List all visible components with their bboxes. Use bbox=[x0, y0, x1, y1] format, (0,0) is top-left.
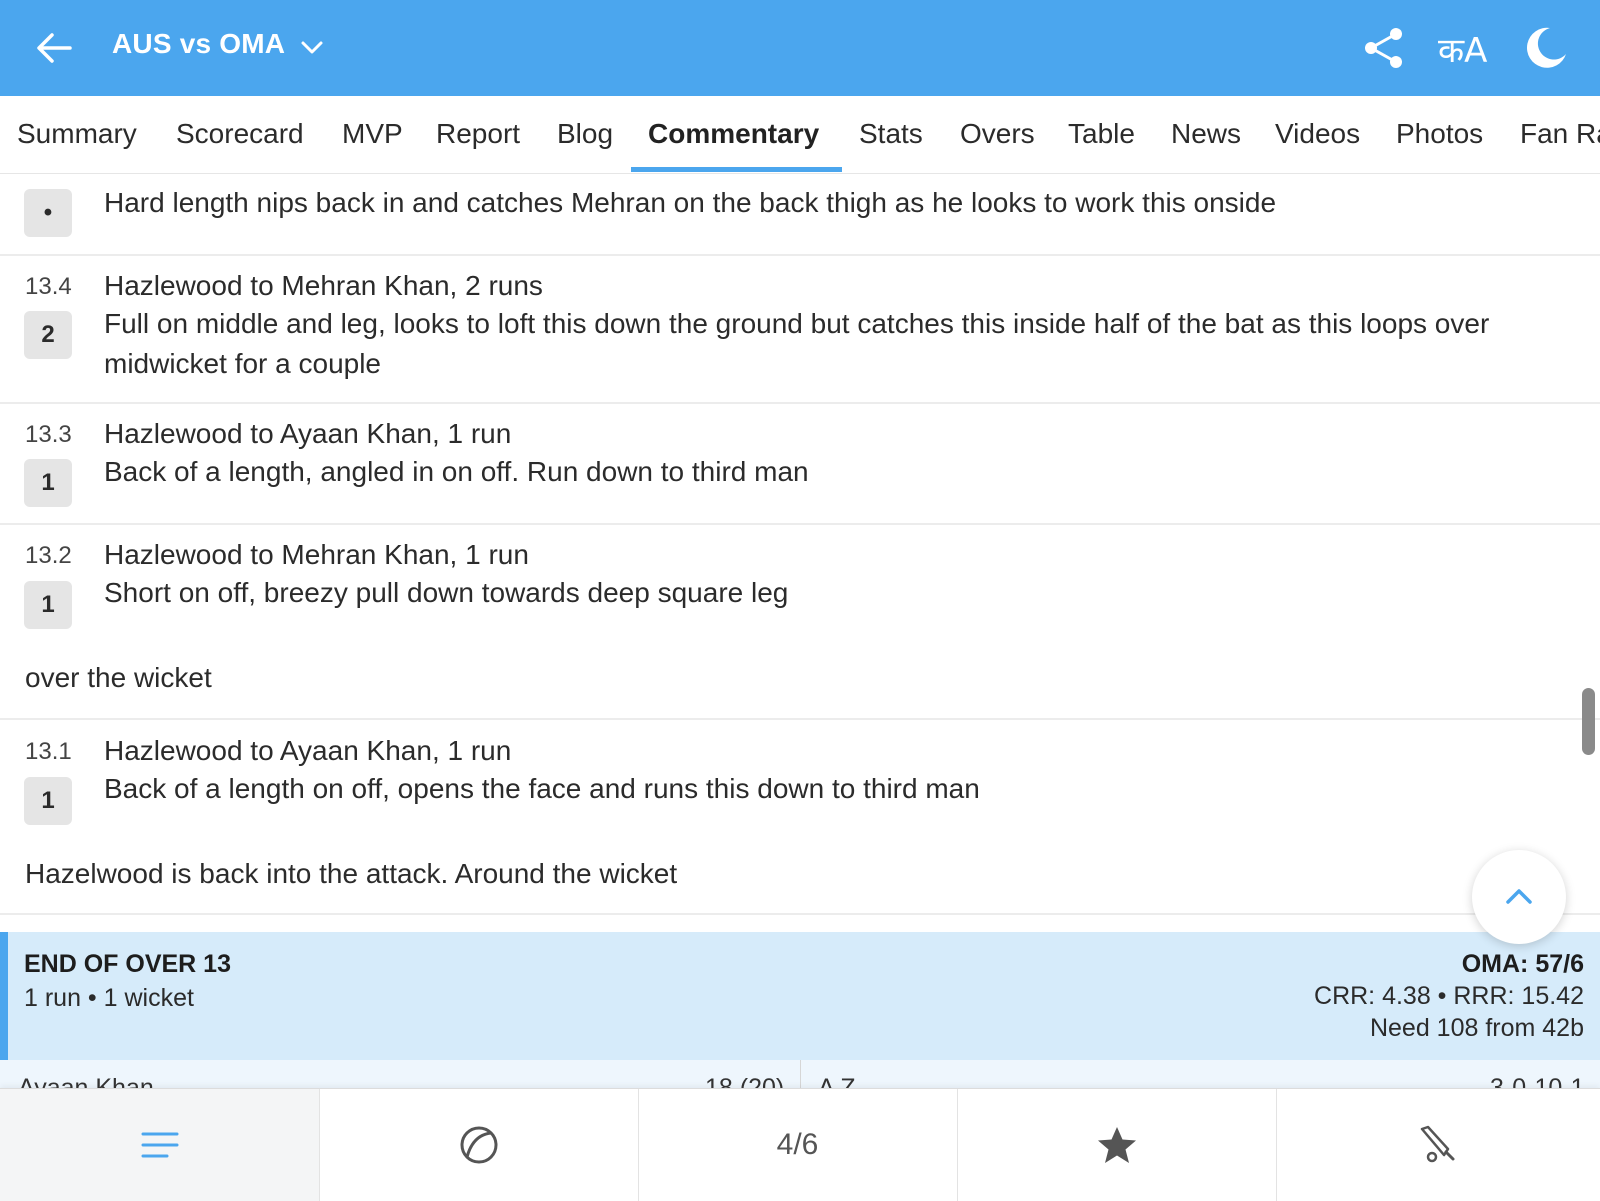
favorite-button[interactable] bbox=[957, 1089, 1277, 1201]
ball-description: Full on middle and leg, looks to loft th… bbox=[104, 308, 1490, 379]
divider bbox=[0, 523, 1600, 525]
tab-report[interactable]: Report bbox=[436, 118, 520, 150]
tab-videos[interactable]: Videos bbox=[1275, 118, 1360, 150]
tab-overs[interactable]: Overs bbox=[960, 118, 1035, 150]
tab-commentary[interactable]: Commentary bbox=[648, 118, 819, 150]
ball-badge: • bbox=[24, 189, 72, 237]
ball-icon bbox=[460, 1126, 497, 1164]
required-runs: Need 108 from 42b bbox=[1369, 1014, 1584, 1042]
commentary-note: Hazelwood is back into the attack. Aroun… bbox=[25, 858, 678, 889]
tab-blog[interactable]: Blog bbox=[557, 118, 613, 150]
ball-description: Short on off, breezy pull down towards d… bbox=[104, 577, 789, 608]
batting-button[interactable] bbox=[1276, 1089, 1600, 1201]
ball-badge: 1 bbox=[24, 777, 72, 825]
tab-mvp[interactable]: MVP bbox=[342, 118, 403, 150]
tab-stats[interactable]: Stats bbox=[859, 118, 923, 150]
scroll-to-top-button[interactable] bbox=[1472, 850, 1566, 944]
page-indicator: 4/6 bbox=[776, 1128, 819, 1161]
divider bbox=[0, 402, 1600, 404]
tab-scorecard[interactable]: Scorecard bbox=[176, 118, 304, 150]
batter-score: 18 (20) bbox=[705, 1074, 785, 1088]
back-arrow-icon[interactable] bbox=[34, 28, 74, 68]
ball-headline: Hazlewood to Ayaan Khan, 1 run bbox=[104, 418, 512, 449]
commentary-feed[interactable]: • Hard length nips back in and catches M… bbox=[0, 173, 1600, 933]
bowler-name: A Z bbox=[818, 1074, 856, 1088]
batting-bowling-peek-row: Ayaan Khan 18 (20) A Z 3-0-10-1 bbox=[0, 1060, 1600, 1088]
ball-badge: 2 bbox=[24, 311, 72, 359]
ball-headline: Hazlewood to Mehran Khan, 2 runs bbox=[104, 270, 543, 301]
divider bbox=[0, 913, 1600, 915]
ball-description: Back of a length on off, opens the face … bbox=[104, 773, 980, 804]
over-number: 13.3 bbox=[25, 421, 72, 448]
menu-icon bbox=[141, 1132, 178, 1158]
ball-by-ball-button[interactable] bbox=[319, 1089, 639, 1201]
ball-headline: Hazlewood to Mehran Khan, 1 run bbox=[104, 539, 529, 570]
app-bar: AUS vs OMA कA bbox=[0, 0, 1600, 96]
tab-photos[interactable]: Photos bbox=[1396, 118, 1483, 150]
star-icon bbox=[1097, 1127, 1136, 1163]
divider bbox=[0, 718, 1600, 720]
team-score: OMA: 57/6 bbox=[1461, 950, 1584, 978]
end-of-over-panel: END OF OVER 13 1 run • 1 wicket OMA: 57/… bbox=[0, 932, 1600, 1060]
page-indicator-button[interactable]: 4/6 bbox=[638, 1089, 958, 1201]
over-number: 13.2 bbox=[25, 542, 72, 569]
share-icon[interactable] bbox=[1362, 26, 1406, 70]
ball-headline: Hazlewood to Ayaan Khan, 1 run bbox=[104, 735, 512, 766]
batter-name: Ayaan Khan bbox=[18, 1074, 154, 1088]
tab-summary[interactable]: Summary bbox=[17, 118, 137, 150]
chevron-up-icon bbox=[1506, 889, 1532, 904]
menu-button[interactable] bbox=[0, 1089, 320, 1201]
over-summary: 1 run • 1 wicket bbox=[24, 984, 194, 1012]
tab-news[interactable]: News bbox=[1171, 118, 1241, 150]
scrollbar-thumb[interactable] bbox=[1582, 688, 1595, 755]
chevron-down-icon[interactable] bbox=[298, 34, 326, 62]
ball-description: Hard length nips back in and catches Meh… bbox=[104, 187, 1277, 218]
divider bbox=[0, 254, 1600, 256]
tab-table[interactable]: Table bbox=[1068, 118, 1135, 150]
over-number: 13.4 bbox=[25, 273, 72, 300]
active-tab-indicator bbox=[631, 167, 842, 172]
ball-description: Back of a length, angled in on off. Run … bbox=[104, 456, 809, 487]
language-toggle-icon[interactable]: कA bbox=[1438, 26, 1487, 72]
match-title[interactable]: AUS vs OMA bbox=[112, 28, 285, 60]
end-of-over-title: END OF OVER 13 bbox=[24, 950, 231, 978]
over-number: 13.1 bbox=[25, 738, 72, 765]
run-rates: CRR: 4.38 • RRR: 15.42 bbox=[1314, 982, 1584, 1010]
bottom-navigation: 4/6 bbox=[0, 1088, 1600, 1201]
moon-icon[interactable] bbox=[1522, 24, 1568, 70]
tab-fan-ratings[interactable]: Fan Ra bbox=[1520, 118, 1600, 150]
bowler-figures: 3-0-10-1 bbox=[1490, 1074, 1585, 1088]
bat-icon bbox=[1420, 1125, 1455, 1163]
divider bbox=[800, 1060, 801, 1088]
ball-badge: 1 bbox=[24, 459, 72, 507]
match-tabs: Summary Scorecard MVP Report Blog Commen… bbox=[0, 96, 1600, 174]
commentary-note: over the wicket bbox=[25, 662, 212, 693]
ball-badge: 1 bbox=[24, 581, 72, 629]
